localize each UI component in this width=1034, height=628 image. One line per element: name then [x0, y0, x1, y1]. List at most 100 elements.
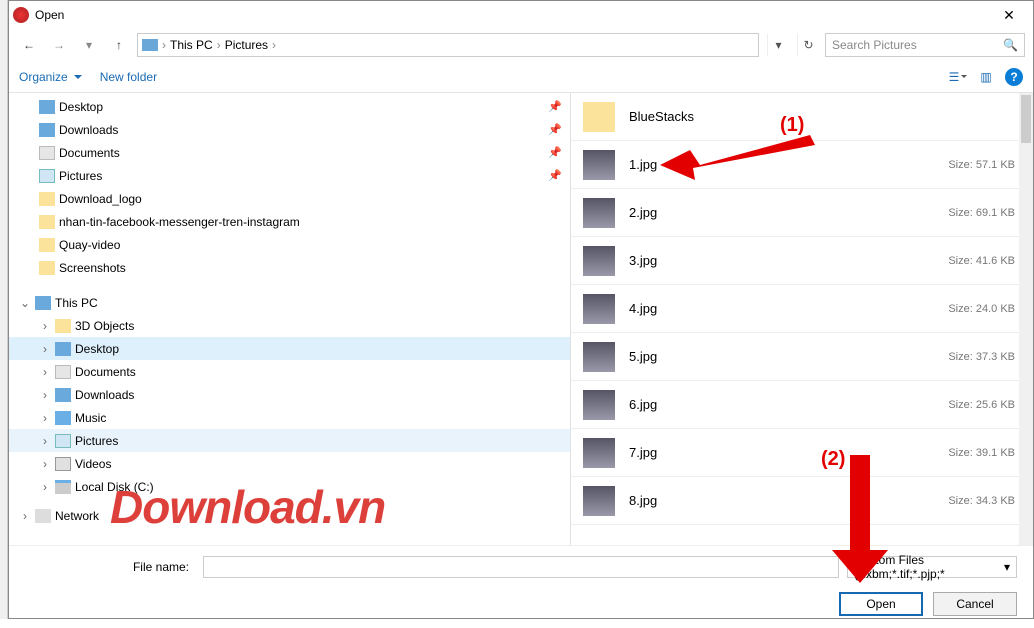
tree-label: Pictures [75, 434, 118, 448]
tree-label: Desktop [75, 342, 119, 356]
image-thumbnail [583, 198, 615, 228]
tree-item-pictures[interactable]: Pictures📌 [9, 164, 570, 187]
preview-pane-button[interactable]: ▥ [977, 68, 995, 86]
address-history-dropdown[interactable]: ▾ [767, 34, 789, 56]
pin-icon: 📌 [548, 100, 562, 113]
file-row[interactable]: 1.jpgSize: 57.1 KB [571, 141, 1033, 189]
expand-icon[interactable]: › [39, 480, 51, 494]
tree-item-3dobjects[interactable]: › 3D Objects [9, 314, 570, 337]
help-button[interactable]: ? [1005, 68, 1023, 86]
file-list: BlueStacks1.jpgSize: 57.1 KB2.jpgSize: 6… [571, 93, 1033, 545]
tree-item-documents[interactable]: Documents📌 [9, 141, 570, 164]
file-row[interactable]: 3.jpgSize: 41.6 KB [571, 237, 1033, 285]
refresh-button[interactable]: ↻ [797, 34, 819, 56]
back-button[interactable]: ← [17, 33, 41, 57]
tree-item-thispc[interactable]: ⌄ This PC [9, 291, 570, 314]
pin-icon: 📌 [548, 123, 562, 136]
newfolder-button[interactable]: New folder [100, 70, 157, 84]
expand-icon[interactable]: › [39, 411, 51, 425]
search-icon: 🔍 [1003, 38, 1018, 52]
tree-label: 3D Objects [75, 319, 134, 333]
tree-item-desktop[interactable]: › Desktop [9, 337, 570, 360]
file-name: 2.jpg [629, 205, 948, 220]
file-row[interactable]: BlueStacks [571, 93, 1033, 141]
expand-icon[interactable]: › [39, 365, 51, 379]
titlebar: Open ✕ [9, 1, 1033, 29]
tree-item-downloads[interactable]: ›Downloads [9, 383, 570, 406]
view-options-button[interactable]: ☰ [949, 68, 967, 86]
scrollbar-thumb[interactable] [1021, 95, 1031, 143]
recent-dropdown[interactable]: ▾ [77, 33, 101, 57]
folder-icon [39, 238, 55, 252]
forward-button[interactable]: → [47, 33, 71, 57]
app-icon [13, 7, 29, 23]
button-row: Open Cancel [9, 588, 1033, 628]
expand-icon[interactable]: › [39, 342, 51, 356]
file-info: 4.jpg [629, 301, 948, 316]
file-info: 1.jpg [629, 157, 948, 172]
file-row[interactable]: 2.jpgSize: 69.1 KB [571, 189, 1033, 237]
breadcrumb[interactable]: Pictures [221, 38, 272, 52]
file-size: Size: 24.0 KB [948, 303, 1015, 315]
tree-item-music[interactable]: ›Music [9, 406, 570, 429]
expand-icon[interactable]: › [39, 457, 51, 471]
search-input[interactable]: Search Pictures 🔍 [825, 33, 1025, 57]
file-row[interactable]: 6.jpgSize: 25.6 KB [571, 381, 1033, 429]
filename-bar: File name: Custom Files (*.xbm;*.tif;*.p… [9, 545, 1033, 588]
up-button[interactable]: ↑ [107, 33, 131, 57]
network-icon [35, 509, 51, 523]
toolbar: Organize New folder ☰ ▥ ? [9, 61, 1033, 93]
collapse-icon[interactable]: ⌄ [19, 296, 31, 310]
file-size: Size: 69.1 KB [948, 207, 1015, 219]
filetype-dropdown[interactable]: Custom Files (*.xbm;*.tif;*.pjp;* ▾ [847, 556, 1017, 578]
tree-item-folder[interactable]: Screenshots [9, 256, 570, 279]
tree-item-documents[interactable]: ›Documents [9, 360, 570, 383]
file-info: 8.jpg [629, 493, 948, 508]
file-row[interactable]: 8.jpgSize: 34.3 KB [571, 477, 1033, 525]
search-placeholder: Search Pictures [832, 38, 917, 52]
file-name: 1.jpg [629, 157, 948, 172]
tree-item-folder[interactable]: Quay-video [9, 233, 570, 256]
file-row[interactable]: 5.jpgSize: 37.3 KB [571, 333, 1033, 381]
organize-button[interactable]: Organize [19, 70, 82, 84]
tree-label: This PC [55, 296, 98, 310]
folder-icon [39, 261, 55, 275]
file-size: Size: 25.6 KB [948, 399, 1015, 411]
file-size: Size: 39.1 KB [948, 447, 1015, 459]
tree-item-desktop[interactable]: Desktop📌 [9, 95, 570, 118]
expand-icon[interactable]: › [39, 434, 51, 448]
image-thumbnail [583, 438, 615, 468]
file-row[interactable]: 7.jpgSize: 39.1 KB [571, 429, 1033, 477]
chevron-right-icon: › [272, 38, 276, 52]
tree-item-pictures[interactable]: › Pictures [9, 429, 570, 452]
open-button[interactable]: Open [839, 592, 923, 616]
pictures-icon [55, 434, 71, 448]
tree-label: Network [55, 509, 99, 523]
chevron-down-icon: ▾ [1004, 560, 1010, 574]
address-bar[interactable]: › This PC › Pictures › [137, 33, 759, 57]
file-row[interactable]: 4.jpgSize: 24.0 KB [571, 285, 1033, 333]
file-name: 4.jpg [629, 301, 948, 316]
filename-input[interactable] [203, 556, 839, 578]
close-button[interactable]: ✕ [989, 1, 1029, 29]
expand-icon[interactable]: › [39, 319, 51, 333]
tree-item-videos[interactable]: ›Videos [9, 452, 570, 475]
tree-item-localdisk[interactable]: ›Local Disk (C:) [9, 475, 570, 498]
expand-icon[interactable]: › [39, 388, 51, 402]
expand-icon[interactable]: › [19, 509, 31, 523]
breadcrumb[interactable]: This PC [166, 38, 217, 52]
desktop-icon [39, 100, 55, 114]
tree-item-folder[interactable]: nhan-tin-facebook-messenger-tren-instagr… [9, 210, 570, 233]
file-size: Size: 41.6 KB [948, 255, 1015, 267]
tree-item-folder[interactable]: Download_logo [9, 187, 570, 210]
pictures-icon [39, 169, 55, 183]
cancel-button[interactable]: Cancel [933, 592, 1017, 616]
image-thumbnail [583, 246, 615, 276]
tree-item-downloads[interactable]: Downloads 📌 [9, 118, 570, 141]
file-info: 5.jpg [629, 349, 948, 364]
folder-icon [39, 192, 55, 206]
tree-label: Downloads [59, 123, 118, 137]
scrollbar[interactable] [1019, 93, 1033, 545]
tree-item-network[interactable]: › Network [9, 504, 570, 527]
image-thumbnail [583, 150, 615, 180]
